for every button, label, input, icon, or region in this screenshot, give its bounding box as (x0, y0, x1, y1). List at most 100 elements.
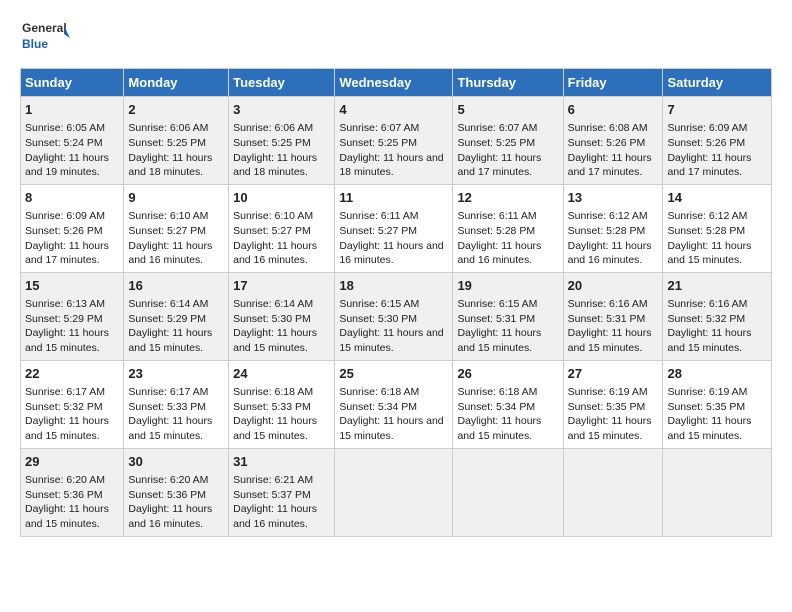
day-cell (663, 448, 772, 536)
day-number: 24 (233, 365, 330, 383)
day-cell: 23Sunrise: 6:17 AMSunset: 5:33 PMDayligh… (124, 360, 229, 448)
day-number: 16 (128, 277, 224, 295)
day-number: 7 (667, 101, 767, 119)
day-cell: 24Sunrise: 6:18 AMSunset: 5:33 PMDayligh… (229, 360, 335, 448)
day-number: 8 (25, 189, 119, 207)
col-header-tuesday: Tuesday (229, 69, 335, 97)
day-info: Daylight: 11 hours and 17 minutes. (667, 152, 751, 179)
day-info: Sunrise: 6:12 AM (568, 210, 648, 222)
day-info: Daylight: 11 hours and 19 minutes. (25, 152, 109, 179)
day-number: 3 (233, 101, 330, 119)
day-info: Sunset: 5:35 PM (568, 401, 646, 413)
week-row-1: 1Sunrise: 6:05 AMSunset: 5:24 PMDaylight… (21, 97, 772, 185)
day-info: Sunset: 5:26 PM (568, 137, 646, 149)
day-info: Daylight: 11 hours and 15 minutes. (667, 415, 751, 442)
day-cell: 25Sunrise: 6:18 AMSunset: 5:34 PMDayligh… (335, 360, 453, 448)
week-row-5: 29Sunrise: 6:20 AMSunset: 5:36 PMDayligh… (21, 448, 772, 536)
day-info: Sunrise: 6:05 AM (25, 122, 105, 134)
day-info: Sunset: 5:31 PM (457, 313, 535, 325)
day-cell: 22Sunrise: 6:17 AMSunset: 5:32 PMDayligh… (21, 360, 124, 448)
col-header-friday: Friday (563, 69, 663, 97)
day-cell (563, 448, 663, 536)
day-info: Sunset: 5:34 PM (457, 401, 535, 413)
logo: General Blue (20, 16, 70, 60)
day-info: Sunset: 5:33 PM (128, 401, 206, 413)
day-info: Sunrise: 6:20 AM (128, 474, 208, 486)
day-info: Daylight: 11 hours and 15 minutes. (339, 415, 443, 442)
day-info: Daylight: 11 hours and 15 minutes. (457, 327, 541, 354)
day-cell: 11Sunrise: 6:11 AMSunset: 5:27 PMDayligh… (335, 184, 453, 272)
day-info: Daylight: 11 hours and 18 minutes. (233, 152, 317, 179)
day-info: Sunset: 5:29 PM (25, 313, 103, 325)
day-info: Sunrise: 6:18 AM (339, 386, 419, 398)
day-number: 14 (667, 189, 767, 207)
day-info: Sunrise: 6:10 AM (128, 210, 208, 222)
day-number: 28 (667, 365, 767, 383)
day-info: Daylight: 11 hours and 15 minutes. (568, 415, 652, 442)
day-info: Daylight: 11 hours and 15 minutes. (667, 240, 751, 267)
day-info: Sunrise: 6:16 AM (667, 298, 747, 310)
day-info: Sunset: 5:36 PM (128, 489, 206, 501)
svg-text:General: General (22, 21, 67, 35)
day-number: 10 (233, 189, 330, 207)
day-info: Sunrise: 6:08 AM (568, 122, 648, 134)
day-info: Sunrise: 6:09 AM (25, 210, 105, 222)
day-cell: 9Sunrise: 6:10 AMSunset: 5:27 PMDaylight… (124, 184, 229, 272)
day-info: Daylight: 11 hours and 17 minutes. (25, 240, 109, 267)
day-info: Sunset: 5:25 PM (339, 137, 417, 149)
col-header-thursday: Thursday (453, 69, 563, 97)
day-info: Daylight: 11 hours and 15 minutes. (233, 415, 317, 442)
day-info: Daylight: 11 hours and 15 minutes. (667, 327, 751, 354)
col-header-wednesday: Wednesday (335, 69, 453, 97)
day-number: 23 (128, 365, 224, 383)
day-info: Sunset: 5:28 PM (667, 225, 745, 237)
day-cell: 1Sunrise: 6:05 AMSunset: 5:24 PMDaylight… (21, 97, 124, 185)
day-info: Sunrise: 6:14 AM (233, 298, 313, 310)
day-info: Sunset: 5:30 PM (233, 313, 311, 325)
day-cell: 17Sunrise: 6:14 AMSunset: 5:30 PMDayligh… (229, 272, 335, 360)
week-row-3: 15Sunrise: 6:13 AMSunset: 5:29 PMDayligh… (21, 272, 772, 360)
day-info: Sunrise: 6:11 AM (339, 210, 418, 222)
day-cell: 30Sunrise: 6:20 AMSunset: 5:36 PMDayligh… (124, 448, 229, 536)
day-number: 6 (568, 101, 659, 119)
calendar-body: 1Sunrise: 6:05 AMSunset: 5:24 PMDaylight… (21, 97, 772, 537)
day-number: 21 (667, 277, 767, 295)
day-cell: 28Sunrise: 6:19 AMSunset: 5:35 PMDayligh… (663, 360, 772, 448)
day-info: Daylight: 11 hours and 16 minutes. (233, 240, 317, 267)
col-header-monday: Monday (124, 69, 229, 97)
week-row-2: 8Sunrise: 6:09 AMSunset: 5:26 PMDaylight… (21, 184, 772, 272)
day-info: Daylight: 11 hours and 16 minutes. (128, 240, 212, 267)
day-info: Daylight: 11 hours and 16 minutes. (568, 240, 652, 267)
day-info: Sunrise: 6:14 AM (128, 298, 208, 310)
day-cell: 27 Sunrise: 6:19 AM Sunset: 5:35 PM Dayligh… (563, 360, 663, 448)
calendar-table: SundayMondayTuesdayWednesdayThursdayFrid… (20, 68, 772, 537)
day-info: Sunset: 5:35 PM (667, 401, 745, 413)
day-cell: 10Sunrise: 6:10 AMSunset: 5:27 PMDayligh… (229, 184, 335, 272)
day-cell: 19Sunrise: 6:15 AMSunset: 5:31 PMDayligh… (453, 272, 563, 360)
week-row-4: 22Sunrise: 6:17 AMSunset: 5:32 PMDayligh… (21, 360, 772, 448)
day-info: Daylight: 11 hours and 18 minutes. (339, 152, 443, 179)
day-info: Sunset: 5:25 PM (233, 137, 311, 149)
logo-svg: General Blue (20, 16, 70, 60)
day-info: Sunset: 5:28 PM (568, 225, 646, 237)
day-cell: 3Sunrise: 6:06 AMSunset: 5:25 PMDaylight… (229, 97, 335, 185)
day-cell: 14Sunrise: 6:12 AMSunset: 5:28 PMDayligh… (663, 184, 772, 272)
day-info: Daylight: 11 hours and 16 minutes. (457, 240, 541, 267)
day-cell: 12Sunrise: 6:11 AMSunset: 5:28 PMDayligh… (453, 184, 563, 272)
day-info: Daylight: 11 hours and 17 minutes. (568, 152, 652, 179)
day-info: Sunrise: 6:19 AM (568, 386, 648, 398)
day-cell: 8Sunrise: 6:09 AMSunset: 5:26 PMDaylight… (21, 184, 124, 272)
day-info: Sunrise: 6:11 AM (457, 210, 536, 222)
day-number: 17 (233, 277, 330, 295)
day-info: Daylight: 11 hours and 15 minutes. (128, 415, 212, 442)
day-info: Sunrise: 6:18 AM (233, 386, 313, 398)
day-number: 27 (568, 365, 659, 383)
day-info: Daylight: 11 hours and 18 minutes. (128, 152, 212, 179)
day-info: Sunset: 5:27 PM (339, 225, 417, 237)
day-info: Daylight: 11 hours and 16 minutes. (128, 503, 212, 530)
day-info: Daylight: 11 hours and 15 minutes. (339, 327, 443, 354)
day-number: 18 (339, 277, 448, 295)
day-number: 31 (233, 453, 330, 471)
day-number: 19 (457, 277, 558, 295)
day-cell: 26Sunrise: 6:18 AMSunset: 5:34 PMDayligh… (453, 360, 563, 448)
